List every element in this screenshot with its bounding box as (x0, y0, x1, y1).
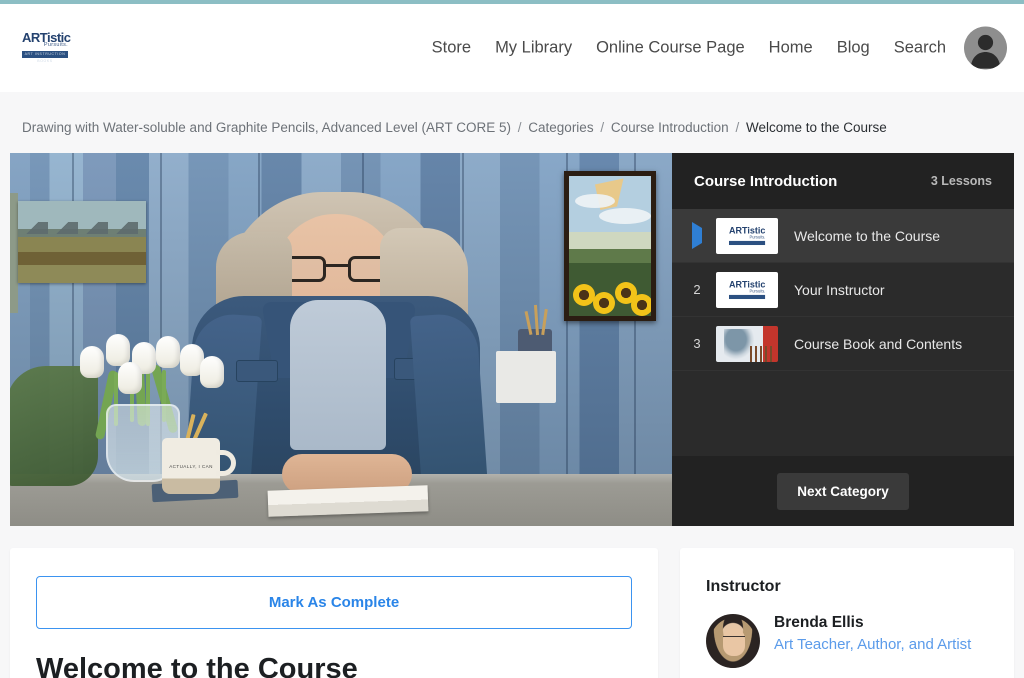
breadcrumb-category[interactable]: Course Introduction (611, 120, 729, 135)
lesson-count: 3 Lessons (930, 174, 992, 188)
shelf (496, 351, 556, 403)
avatar[interactable] (964, 26, 1007, 70)
lesson-panel-footer: Next Category (672, 456, 1014, 526)
instructor-glasses-icon (723, 636, 745, 642)
foreground-plant (10, 366, 98, 486)
breadcrumb-categories[interactable]: Categories (528, 120, 593, 135)
lesson-panel-title: Course Introduction (694, 172, 838, 190)
site-logo[interactable]: ARTistic Pursuits. ART INSTRUCTION BOOKS (22, 31, 71, 65)
instructor-figure (186, 192, 486, 494)
easel-edge (10, 193, 18, 313)
lesson-label-1: Welcome to the Course (794, 227, 941, 244)
lesson-label-3: Course Book and Contents (794, 335, 963, 352)
lesson-label-2: Your Instructor (794, 281, 885, 298)
instructor-name: Brenda Ellis (774, 614, 864, 631)
breadcrumb-separator-1: / (517, 120, 522, 135)
instructor-avatar (706, 614, 760, 668)
instructor-card-title: Instructor (706, 578, 781, 595)
next-category-button[interactable]: Next Category (777, 472, 909, 510)
nav-blog[interactable]: Blog (837, 39, 870, 58)
breadcrumb-current: Welcome to the Course (746, 120, 887, 135)
instructor-role[interactable]: Art Teacher, Author, and Artist (774, 635, 971, 655)
nav-search[interactable]: Search (894, 39, 946, 58)
logo-bar: ART INSTRUCTION BOOKS (22, 50, 68, 63)
player-row: ACTUALLY, I CAN Course Introduction 3 Le… (10, 153, 1014, 526)
lesson-item-3[interactable]: 3 Course Book and Contents (672, 317, 1014, 371)
breadcrumb-course[interactable]: Drawing with Water-soluble and Graphite … (22, 120, 511, 135)
lesson-thumbnail-3 (716, 325, 778, 362)
lesson-number-2: 2 (693, 282, 701, 297)
lesson-play-indicator (686, 222, 708, 249)
nav-home[interactable]: Home (769, 39, 813, 58)
mug-text: ACTUALLY, I CAN (169, 464, 213, 469)
lesson-number-3: 3 (693, 336, 701, 351)
content-area: Mark As Complete Welcome to the Course I… (10, 548, 1014, 678)
lesson-title: Welcome to the Course (36, 653, 358, 678)
instructor-row: Brenda Ellis Art Teacher, Author, and Ar… (706, 614, 988, 668)
nav-my-library[interactable]: My Library (495, 39, 572, 58)
logo-mark: ARTistic Pursuits. ART INSTRUCTION BOOKS (22, 31, 71, 63)
nav-online-course-page[interactable]: Online Course Page (596, 39, 745, 58)
page-root: ARTistic Pursuits. ART INSTRUCTION BOOKS… (0, 0, 1024, 678)
nav-store[interactable]: Store (432, 39, 471, 58)
breadcrumb: Drawing with Water-soluble and Graphite … (0, 92, 1024, 153)
logo-bar-text: ART INSTRUCTION BOOKS (24, 51, 66, 63)
breadcrumb-separator-2: / (600, 120, 605, 135)
lesson-thumbnail-2: ARTistic Pursuits. (716, 271, 778, 308)
glasses-icon (278, 256, 396, 282)
mark-as-complete-button[interactable]: Mark As Complete (36, 576, 632, 629)
video-player[interactable]: ACTUALLY, I CAN (10, 153, 672, 526)
coffee-mug: ACTUALLY, I CAN (162, 438, 236, 494)
instructor-card: Instructor Brenda Ellis Art Teacher, Aut… (680, 548, 1014, 678)
lesson-list: ARTistic Pursuits. Welcome to the Course… (672, 209, 1014, 456)
site-header: ARTistic Pursuits. ART INSTRUCTION BOOKS… (0, 4, 1024, 92)
sunflower-painting (564, 171, 656, 321)
breadcrumb-separator-3: / (735, 120, 740, 135)
user-avatar-icon (964, 26, 1007, 70)
lesson-thumbnail-1: ARTistic Pursuits. (716, 217, 778, 254)
lesson-panel: Course Introduction 3 Lessons ARTistic P… (672, 153, 1014, 526)
lesson-item-1[interactable]: ARTistic Pursuits. Welcome to the Course (672, 209, 1014, 263)
landscape-painting (18, 201, 146, 283)
play-icon (692, 222, 702, 249)
lesson-content-card: Mark As Complete Welcome to the Course (10, 548, 658, 678)
lesson-item-2[interactable]: 2 ARTistic Pursuits. Your Instructor (672, 263, 1014, 317)
main-navigation: Store My Library Online Course Page Home… (432, 39, 946, 58)
lesson-panel-header: Course Introduction 3 Lessons (672, 153, 1014, 209)
